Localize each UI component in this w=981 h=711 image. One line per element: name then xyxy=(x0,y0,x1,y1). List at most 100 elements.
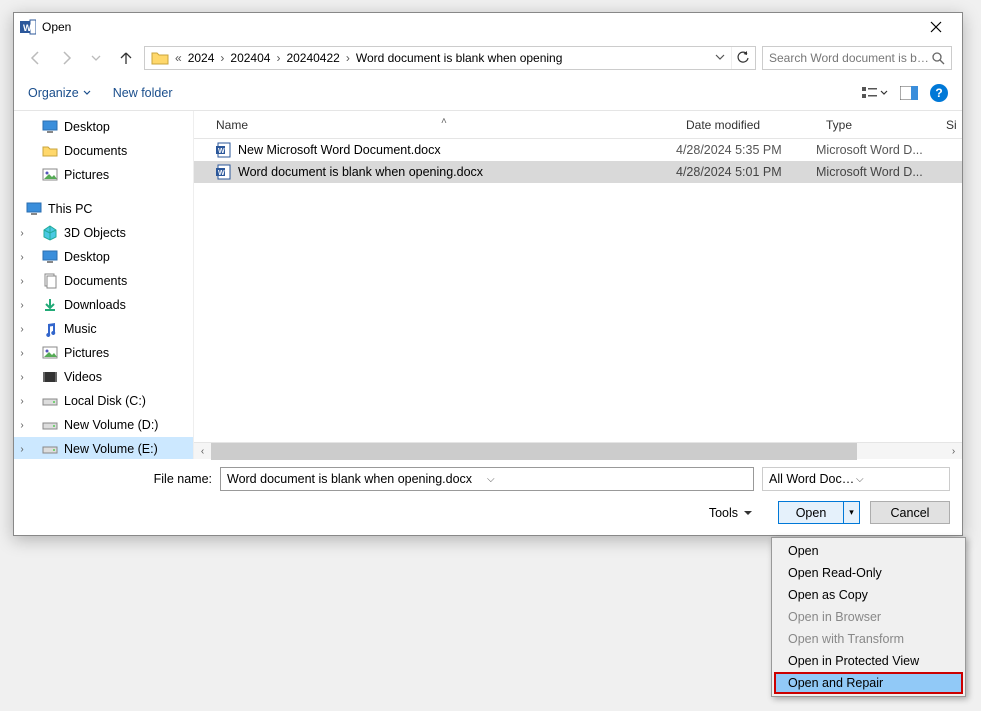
chevron-down-icon xyxy=(83,89,91,97)
up-button[interactable] xyxy=(114,46,138,70)
horizontal-scrollbar[interactable]: ‹ › xyxy=(194,442,962,459)
column-headers: Name Date modified Type Si xyxy=(194,111,962,139)
sidebar-item[interactable]: › 3D Objects xyxy=(14,221,193,245)
cancel-label: Cancel xyxy=(891,506,930,520)
objects3d-icon xyxy=(42,225,58,241)
this-pc-icon xyxy=(26,201,42,217)
search-icon xyxy=(931,51,945,65)
expand-icon[interactable]: › xyxy=(16,348,28,359)
expand-icon[interactable]: › xyxy=(16,324,28,335)
chevron-down-icon: ⌵ xyxy=(487,474,747,485)
sidebar-item-label: 3D Objects xyxy=(64,226,126,240)
sidebar-item[interactable]: › Pictures xyxy=(14,341,193,365)
open-menu-item[interactable]: Open Read-Only xyxy=(774,562,963,584)
col-size-label: Si xyxy=(946,118,957,132)
col-size[interactable]: Si xyxy=(936,118,962,132)
sidebar-item-label: Pictures xyxy=(64,346,109,360)
sidebar-item[interactable]: ›Downloads xyxy=(14,293,193,317)
scroll-thumb[interactable] xyxy=(211,443,857,460)
expand-icon[interactable]: › xyxy=(16,420,28,431)
tools-menu[interactable]: Tools xyxy=(709,506,752,520)
crumb-1[interactable]: 202404 xyxy=(226,51,274,65)
filename-input[interactable]: Word document is blank when opening.docx… xyxy=(220,467,754,491)
sidebar-item-label: New Volume (E:) xyxy=(64,442,158,456)
sidebar-item[interactable]: › New Volume (D:) xyxy=(14,413,193,437)
expand-icon[interactable]: › xyxy=(16,252,28,263)
crumb-3[interactable]: Word document is blank when opening xyxy=(352,51,567,65)
arrow-right-icon xyxy=(58,50,74,66)
this-pc-node[interactable]: This PC xyxy=(14,197,193,221)
scroll-track[interactable] xyxy=(211,443,945,460)
music-icon xyxy=(42,321,58,337)
view-grid-icon xyxy=(862,86,878,100)
drive-icon xyxy=(42,393,58,409)
open-menu-item[interactable]: Open and Repair xyxy=(774,672,963,694)
expand-icon[interactable]: › xyxy=(16,300,28,311)
expand-icon[interactable]: › xyxy=(16,276,28,287)
word-app-icon: W xyxy=(20,19,36,35)
open-button[interactable]: Open xyxy=(778,501,844,524)
expand-icon[interactable]: › xyxy=(16,228,28,239)
sidebar-item[interactable]: ›Videos xyxy=(14,365,193,389)
expand-icon[interactable]: › xyxy=(16,396,28,407)
sidebar-item[interactable]: ›Local Disk (C:) xyxy=(14,389,193,413)
titlebar: W Open xyxy=(14,13,962,41)
file-date: 4/28/2024 5:35 PM xyxy=(676,143,816,157)
refresh-button[interactable] xyxy=(731,47,753,69)
expand-icon[interactable]: › xyxy=(16,444,28,455)
expand-icon[interactable]: › xyxy=(16,372,28,383)
sidebar-item-label: Desktop xyxy=(64,250,110,264)
address-dropdown[interactable] xyxy=(709,51,731,65)
forward-button[interactable] xyxy=(54,46,78,70)
cancel-button[interactable]: Cancel xyxy=(870,501,950,524)
file-name: Word document is blank when opening.docx xyxy=(238,165,676,179)
col-type-label: Type xyxy=(826,118,852,132)
sidebar-item[interactable]: ›Music xyxy=(14,317,193,341)
open-label: Open xyxy=(796,506,827,520)
new-folder-button[interactable]: New folder xyxy=(113,86,173,100)
sidebar-item[interactable]: › Desktop xyxy=(14,245,193,269)
close-icon xyxy=(930,21,942,33)
crumb-0[interactable]: 2024 xyxy=(184,51,219,65)
scroll-right-button[interactable]: › xyxy=(945,443,962,460)
open-dropdown-button[interactable]: ▾ xyxy=(844,501,860,524)
main-area: DesktopDocumentsPictures This PC ›3D Obj… xyxy=(14,111,962,459)
search-input[interactable]: Search Word document is bla... xyxy=(762,46,952,70)
col-name[interactable]: Name xyxy=(206,118,676,132)
file-row[interactable]: WNew Microsoft Word Document.docx4/28/20… xyxy=(194,139,962,161)
filename-value: Word document is blank when opening.docx xyxy=(227,472,487,486)
sidebar-item[interactable]: › New Volume (E:) xyxy=(14,437,193,459)
tools-label: Tools xyxy=(709,506,738,520)
scroll-left-button[interactable]: ‹ xyxy=(194,443,211,460)
chevron-down-icon xyxy=(880,89,888,97)
open-options-menu: OpenOpen Read-OnlyOpen as CopyOpen in Br… xyxy=(771,537,966,697)
col-type[interactable]: Type xyxy=(816,118,936,132)
sidebar-item-label: New Volume (D:) xyxy=(64,418,158,432)
file-list[interactable]: WNew Microsoft Word Document.docx4/28/20… xyxy=(194,139,962,442)
organize-label: Organize xyxy=(28,86,79,100)
chevron-right-icon: › xyxy=(218,51,226,65)
help-icon: ? xyxy=(935,86,942,100)
svg-text:W: W xyxy=(218,148,225,155)
sidebar-item[interactable]: Pictures xyxy=(14,163,193,187)
help-button[interactable]: ? xyxy=(930,84,948,102)
sidebar-tree[interactable]: DesktopDocumentsPictures This PC ›3D Obj… xyxy=(14,111,194,459)
sidebar-item[interactable]: Documents xyxy=(14,139,193,163)
crumb-2[interactable]: 20240422 xyxy=(282,51,343,65)
organize-menu[interactable]: Organize xyxy=(28,86,91,100)
back-button[interactable] xyxy=(24,46,48,70)
file-type-filter[interactable]: All Word Documents (*.docx;*. ⌵ xyxy=(762,467,950,491)
preview-pane-button[interactable] xyxy=(896,82,922,104)
close-button[interactable] xyxy=(916,15,956,39)
address-bar[interactable]: « 2024› 202404› 20240422› Word document … xyxy=(144,46,756,70)
col-date[interactable]: Date modified xyxy=(676,118,816,132)
open-menu-item: Open with Transform xyxy=(774,628,963,650)
open-menu-item[interactable]: Open in Protected View xyxy=(774,650,963,672)
recent-dropdown[interactable] xyxy=(84,46,108,70)
sidebar-item[interactable]: Desktop xyxy=(14,115,193,139)
open-menu-item[interactable]: Open as Copy xyxy=(774,584,963,606)
sidebar-item[interactable]: ›Documents xyxy=(14,269,193,293)
file-row[interactable]: WWord document is blank when opening.doc… xyxy=(194,161,962,183)
view-options-button[interactable] xyxy=(862,82,888,104)
open-menu-item[interactable]: Open xyxy=(774,540,963,562)
